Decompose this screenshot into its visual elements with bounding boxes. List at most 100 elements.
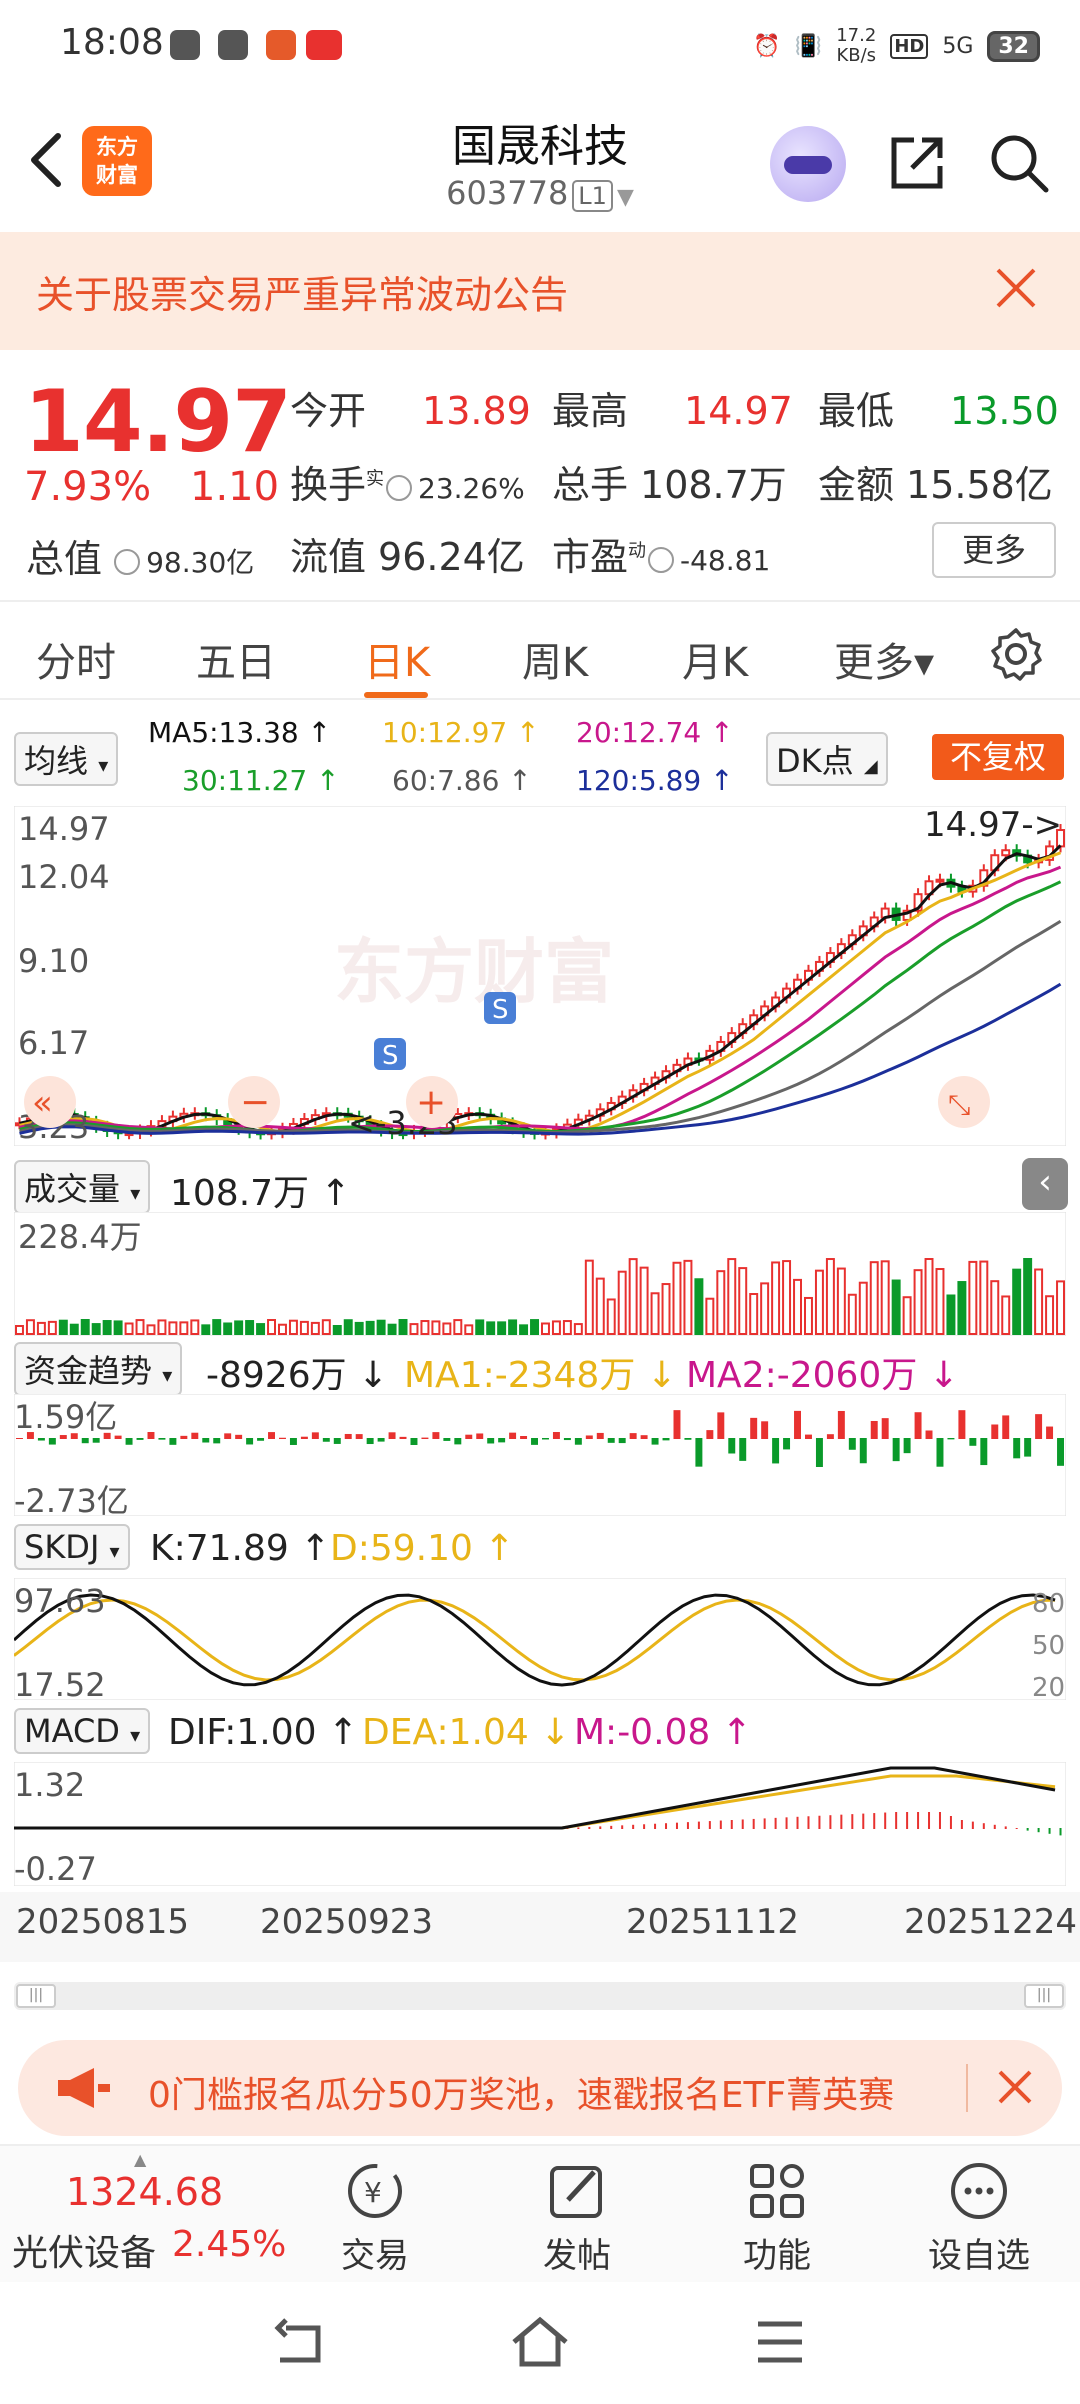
ai-assistant-icon[interactable]	[770, 126, 846, 202]
post-button[interactable]: 发帖	[512, 2160, 642, 2277]
volume-bar	[1001, 1295, 1011, 1335]
search-icon[interactable]	[986, 130, 1052, 196]
scrollbar-handle-right[interactable]: |||	[1024, 1984, 1064, 2008]
macd-bar	[928, 1812, 931, 1829]
skdj-80: 80	[1032, 1589, 1065, 1619]
capital-bar	[552, 1432, 560, 1439]
capital-bar	[1057, 1438, 1064, 1466]
volume-bar	[617, 1270, 627, 1335]
capital-selector[interactable]: 资金趋势 ▾	[14, 1342, 183, 1396]
close-icon[interactable]	[988, 260, 1044, 316]
fullscreen-icon[interactable]: ⤡	[938, 1076, 990, 1128]
volume-bar	[201, 1324, 211, 1336]
macd-bar	[686, 1822, 689, 1829]
macd-bar	[752, 1818, 755, 1829]
volume-bar	[1012, 1268, 1022, 1335]
open-price: 今开 13.89	[290, 389, 531, 433]
capital-bar	[640, 1435, 648, 1439]
volume-bar	[288, 1319, 298, 1335]
macd-bar	[577, 1827, 580, 1829]
announcement-banner[interactable]: 关于股票交易严重异常波动公告	[0, 232, 1080, 350]
tab-daily-k[interactable]: 日K	[364, 630, 430, 688]
zoom-in-icon[interactable]: +	[406, 1076, 458, 1128]
ma120-value: 120:5.89 ↑	[576, 764, 734, 797]
volume-bar	[102, 1320, 112, 1336]
more-quote-button[interactable]: 更多	[932, 522, 1056, 578]
volume-bar	[1034, 1268, 1044, 1335]
promo-banner[interactable]: 0门槛报名瓜分50万奖池，速戳报名ETF菁英赛	[18, 2040, 1062, 2136]
capital-bar	[870, 1420, 878, 1439]
chart-scrollbar[interactable]: ||| |||	[14, 1982, 1066, 2010]
volume-bar	[530, 1319, 540, 1336]
tab-intraday[interactable]: 分时	[36, 630, 116, 688]
volume-bar	[420, 1320, 430, 1335]
add-watchlist-button[interactable]: 设自选	[914, 2160, 1044, 2277]
capital-bar	[914, 1412, 922, 1439]
volume-bar	[650, 1292, 660, 1335]
macd-selector[interactable]: MACD ▾	[14, 1708, 151, 1754]
megaphone-icon	[58, 2068, 110, 2108]
macd-dea: DEA:1.04 ↓	[362, 1712, 571, 1753]
capital-bar	[114, 1435, 122, 1439]
collapse-panel-icon[interactable]: ‹	[1022, 1158, 1068, 1210]
period-tabs: 分时 五日 日K 周K 月K 更多▾	[0, 600, 1080, 700]
nav-home-icon[interactable]	[510, 2316, 570, 2368]
volume-bar	[573, 1323, 583, 1335]
tab-five-day[interactable]: 五日	[196, 630, 276, 688]
date-label-1: 20250815	[16, 1902, 190, 1942]
capital-bar	[443, 1438, 451, 1441]
macd-bar	[906, 1812, 909, 1829]
tab-more[interactable]: 更多▾	[834, 630, 934, 688]
tab-weekly-k[interactable]: 周K	[522, 630, 588, 688]
scrollbar-handle-left[interactable]: |||	[16, 1984, 56, 2008]
gear-icon[interactable]	[988, 626, 1044, 682]
volume-bar	[25, 1319, 35, 1335]
volume-bar	[793, 1278, 803, 1335]
trade-button[interactable]: ¥ 交易	[310, 2160, 440, 2277]
volume-selector[interactable]: 成交量 ▾	[14, 1160, 151, 1214]
ma10-value: 10:12.97 ↑	[382, 716, 540, 749]
capital-bar	[465, 1434, 473, 1439]
volume-bar	[267, 1319, 277, 1336]
capital-ma2: MA2:-2060万 ↓	[686, 1355, 959, 1396]
skdj-selector[interactable]: SKDJ ▾	[14, 1524, 130, 1570]
no-adjust-button[interactable]: 不复权	[932, 734, 1064, 780]
volume-bar	[47, 1320, 57, 1336]
kline-chart[interactable]: 东方财富 14.97 12.04 9.10 6.17 3.23 14.97-> …	[14, 806, 1066, 1146]
volume-bar	[91, 1323, 101, 1336]
capital-bar	[585, 1435, 593, 1439]
net-speed-unit: KB/s	[836, 45, 877, 66]
svg-text:S: S	[382, 1041, 399, 1071]
macd-bar	[643, 1824, 646, 1829]
macd-bar	[993, 1824, 996, 1829]
volume-bar	[212, 1319, 222, 1335]
chevron-left-double-icon[interactable]: «	[24, 1076, 76, 1128]
ma-selector[interactable]: 均线 ▾	[14, 732, 119, 786]
nav-back-icon[interactable]	[272, 2318, 328, 2368]
zoom-out-icon[interactable]: −	[228, 1076, 280, 1128]
tab-monthly-k[interactable]: 月K	[682, 630, 748, 688]
sell-marker[interactable]: S	[374, 1038, 406, 1071]
macd-bar	[818, 1815, 821, 1829]
sell-marker[interactable]: S	[484, 992, 516, 1025]
capital-bar	[958, 1410, 966, 1439]
share-icon[interactable]	[884, 130, 950, 196]
volume-bar	[332, 1324, 342, 1336]
volume-bar	[409, 1323, 419, 1336]
volume-bar	[804, 1296, 813, 1335]
macd-bar	[949, 1816, 952, 1829]
volume-bar	[36, 1321, 46, 1335]
volume-bar	[694, 1278, 704, 1335]
nav-menu-icon[interactable]	[754, 2318, 806, 2366]
close-icon[interactable]	[990, 2062, 1040, 2112]
stock-code: 603778	[446, 174, 569, 212]
dk-point-selector[interactable]: DK点 ◢	[766, 732, 888, 786]
volume-bar	[453, 1319, 463, 1335]
capital-bar	[355, 1434, 363, 1439]
capital-bar	[574, 1438, 582, 1445]
trade-amount: 金额 15.58亿	[818, 463, 1053, 507]
capital-bar	[1013, 1438, 1021, 1459]
functions-button[interactable]: 功能	[712, 2160, 842, 2277]
sector-index[interactable]: ▲ 1324.68 光伏设备 2.45%	[0, 2146, 290, 2284]
volume-bar	[913, 1269, 923, 1335]
